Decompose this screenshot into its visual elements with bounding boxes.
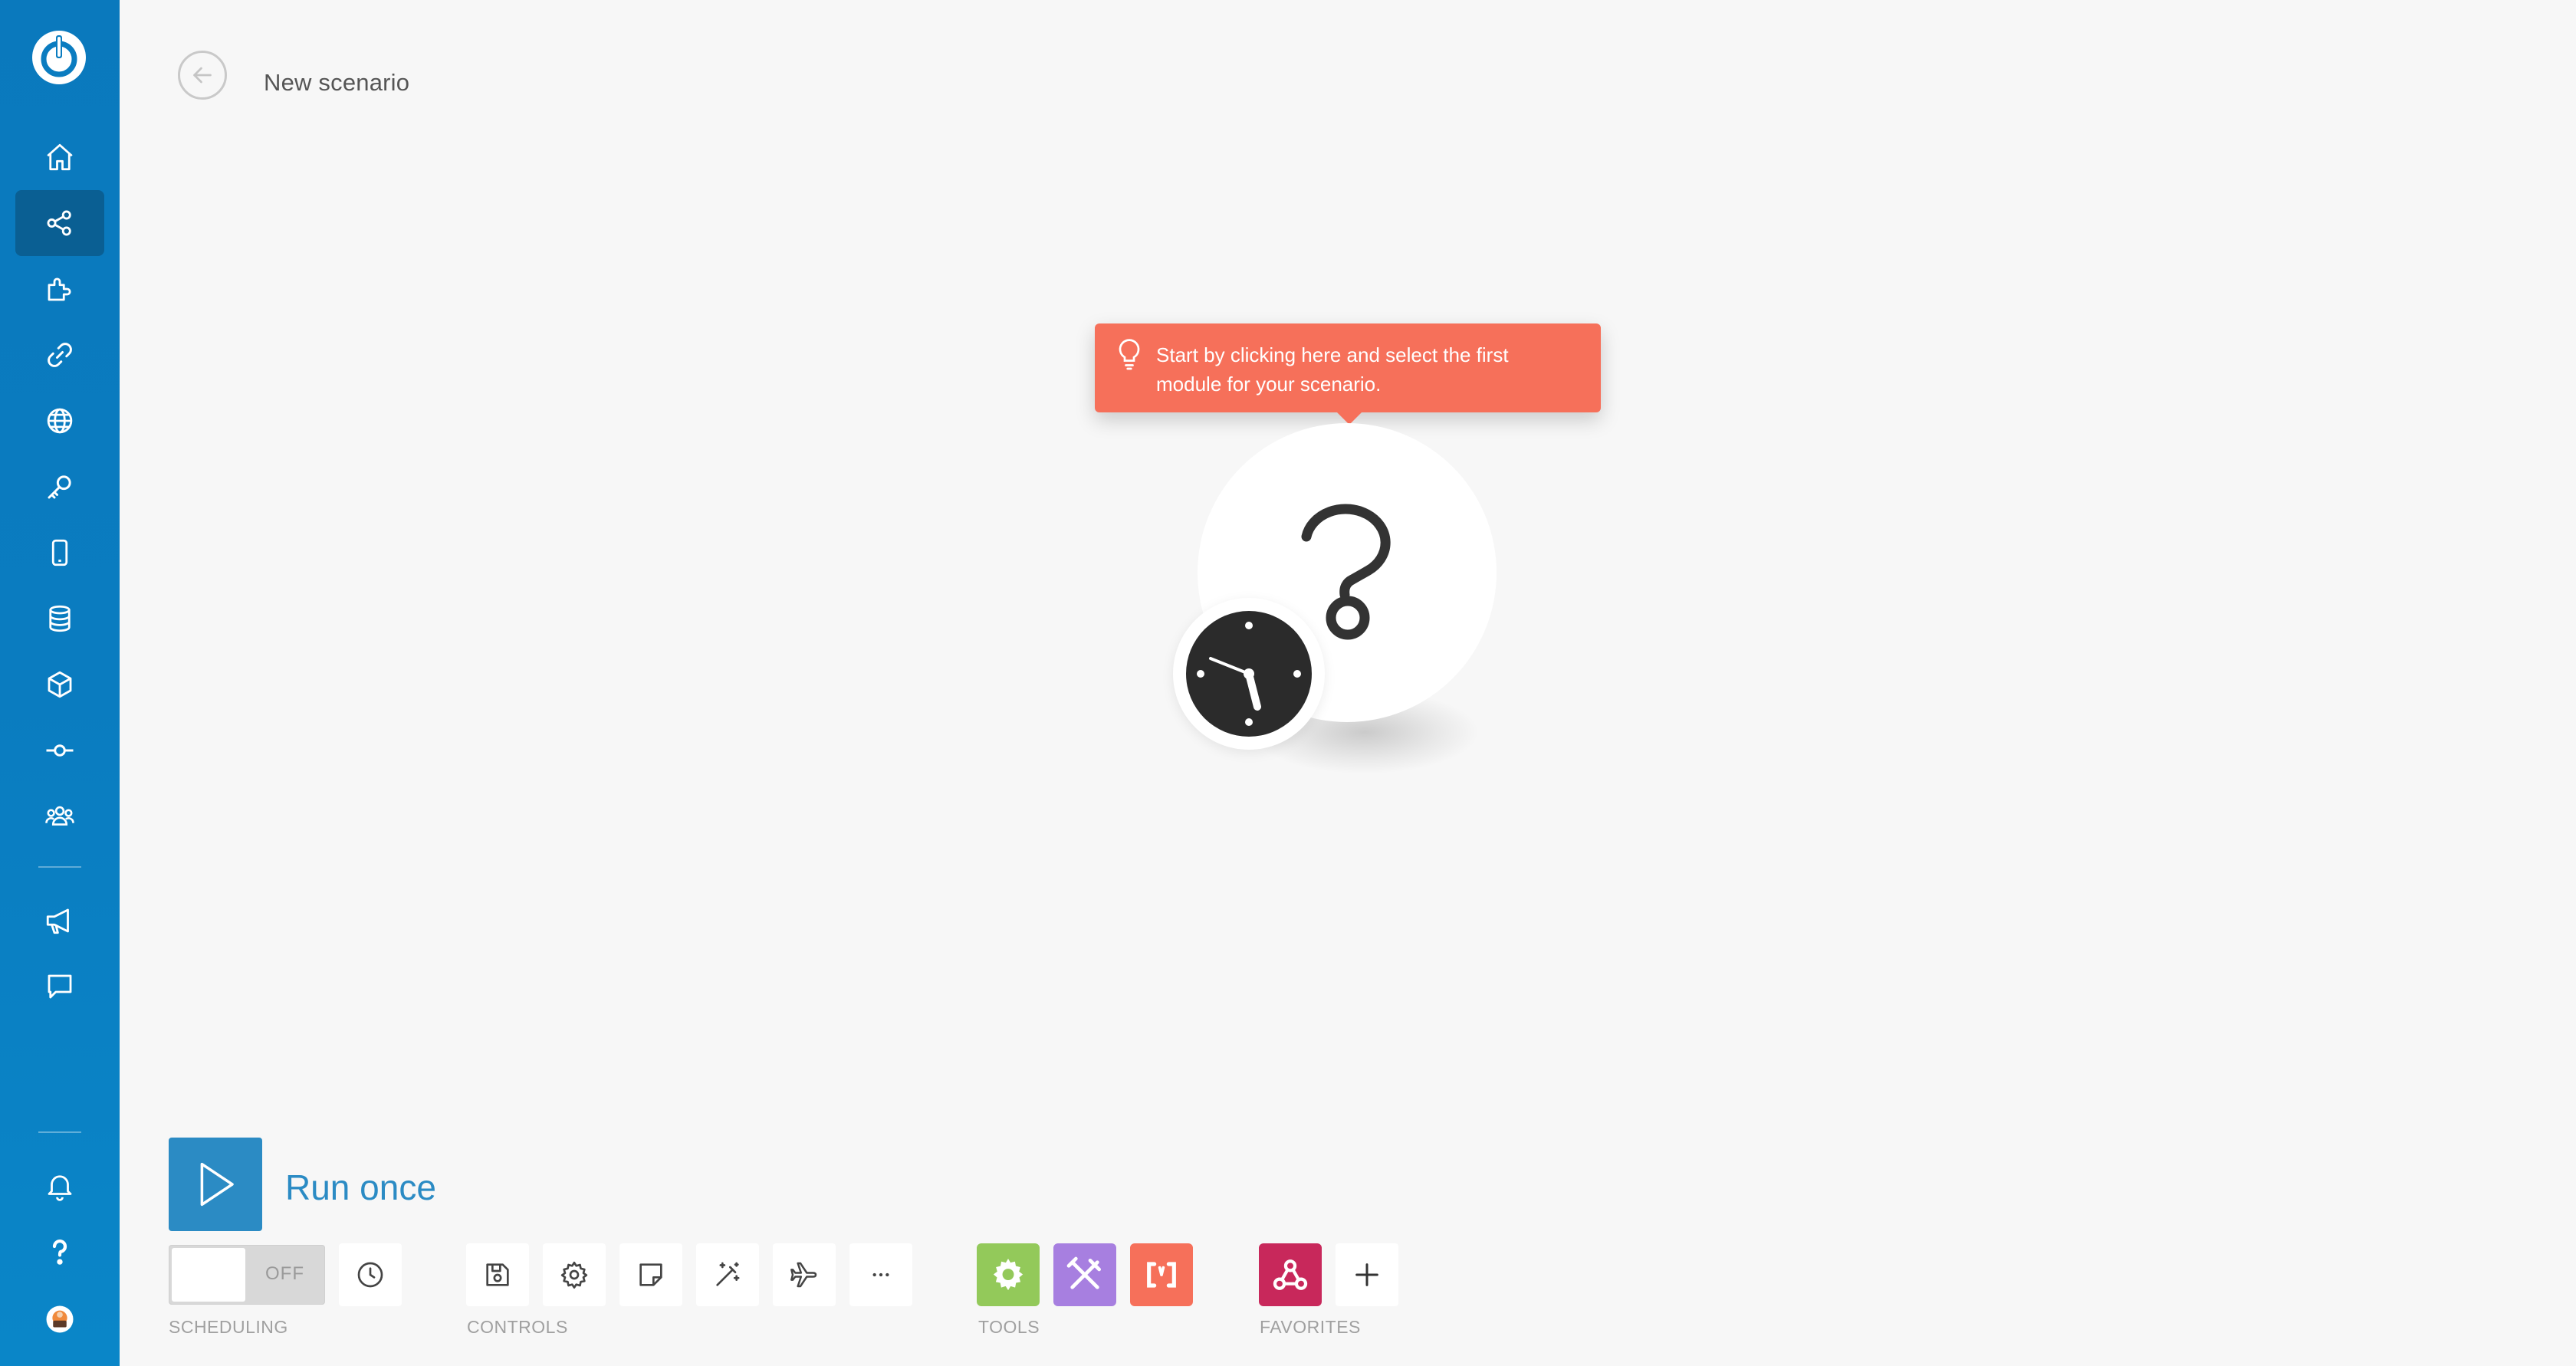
run-once-button[interactable] <box>169 1138 262 1231</box>
sidebar-item-scenarios[interactable] <box>15 190 104 256</box>
sidebar-item-devices[interactable] <box>15 520 104 586</box>
sidebar <box>0 0 120 1366</box>
gear-icon <box>993 1259 1024 1291</box>
home-icon <box>47 143 73 171</box>
sidebar-item-help[interactable] <box>15 1219 104 1285</box>
brackets-icon <box>1147 1262 1176 1288</box>
toggle-state: OFF <box>265 1263 304 1284</box>
favorites-label: FAVORITES <box>1260 1317 1361 1337</box>
plus-icon <box>1355 1263 1378 1286</box>
explain-flow-button[interactable] <box>773 1243 836 1306</box>
schedule-settings-button[interactable] <box>339 1243 402 1306</box>
bell-icon <box>48 1175 72 1201</box>
notes-button[interactable] <box>619 1243 682 1306</box>
sidebar-item-announcements[interactable] <box>15 888 104 954</box>
airplane-icon <box>790 1262 817 1288</box>
tools-text-parser-button[interactable] <box>1130 1243 1193 1306</box>
scenario-settings-button[interactable] <box>543 1243 606 1306</box>
megaphone-icon <box>46 908 69 934</box>
sidebar-item-flow-control[interactable] <box>15 717 104 783</box>
team-icon <box>45 806 74 826</box>
controls-label: CONTROLS <box>467 1317 568 1337</box>
add-favorite-button[interactable] <box>1336 1243 1398 1306</box>
scheduling-label: SCHEDULING <box>169 1317 288 1337</box>
magic-wand-icon <box>716 1262 740 1286</box>
cube-icon <box>48 671 72 698</box>
phone-icon <box>51 539 68 566</box>
schedule-clock-button[interactable] <box>1173 598 1325 750</box>
sidebar-divider <box>38 866 81 868</box>
gear-icon <box>560 1261 588 1289</box>
back-button[interactable] <box>178 51 227 100</box>
tools-label: TOOLS <box>978 1317 1040 1337</box>
puzzle-icon <box>48 277 71 301</box>
globe-icon <box>47 408 73 434</box>
save-button[interactable] <box>466 1243 529 1306</box>
onboarding-tooltip: Start by clicking here and select the fi… <box>1095 323 1601 425</box>
help-icon <box>52 1239 67 1265</box>
run-once-label[interactable]: Run once <box>285 1167 436 1208</box>
ellipsis-icon <box>872 1272 889 1277</box>
favorite-webhook-button[interactable] <box>1259 1243 1322 1306</box>
note-icon <box>639 1263 662 1286</box>
share-icon <box>47 210 71 236</box>
toggle-knob <box>172 1248 245 1302</box>
tools-utilities-button[interactable] <box>1053 1243 1116 1306</box>
commit-icon <box>46 744 74 757</box>
sidebar-item-team[interactable] <box>15 783 104 849</box>
user-avatar[interactable] <box>15 1286 104 1352</box>
sidebar-item-connections[interactable] <box>15 322 104 388</box>
lightbulb-icon <box>1119 339 1140 370</box>
avatar <box>46 1305 74 1333</box>
sidebar-item-notifications[interactable] <box>15 1153 104 1219</box>
sidebar-item-datastructures[interactable] <box>15 652 104 717</box>
arrow-left-icon <box>193 67 212 84</box>
sidebar-item-home[interactable] <box>15 124 104 190</box>
save-icon <box>486 1263 509 1286</box>
chat-icon <box>48 974 72 999</box>
scheduling-toggle[interactable]: OFF <box>169 1245 325 1305</box>
page-title[interactable]: New scenario <box>264 69 409 97</box>
sidebar-divider-bottom <box>38 1131 81 1133</box>
tools-flow-control-button[interactable] <box>977 1243 1040 1306</box>
tooltip-line-2: module for your scenario. <box>1156 373 1382 396</box>
webhook-icon <box>1273 1259 1308 1290</box>
key-icon <box>48 475 71 499</box>
sidebar-item-datastores[interactable] <box>15 586 104 652</box>
make-logo[interactable] <box>29 28 89 87</box>
sidebar-item-keys[interactable] <box>15 454 104 520</box>
link-icon <box>48 343 72 367</box>
sidebar-item-templates[interactable] <box>15 256 104 322</box>
clock-outline-icon <box>357 1262 383 1288</box>
database-icon <box>49 605 71 632</box>
sidebar-item-webhooks[interactable] <box>15 388 104 454</box>
clock-icon <box>1186 611 1312 737</box>
tooltip-line-1: Start by clicking here and select the fi… <box>1156 343 1509 366</box>
wrench-screwdriver-icon <box>1066 1256 1101 1289</box>
auto-align-button[interactable] <box>696 1243 759 1306</box>
more-options-button[interactable] <box>849 1243 912 1306</box>
sidebar-item-feedback[interactable] <box>15 954 104 1020</box>
play-icon <box>200 1162 234 1207</box>
